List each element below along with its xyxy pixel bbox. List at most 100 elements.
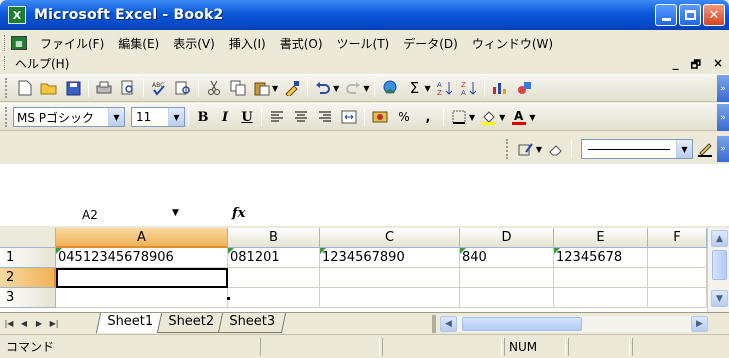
toolbar-grip[interactable]	[5, 78, 9, 98]
cell-f1[interactable]	[648, 248, 707, 268]
row-header-2[interactable]: 2	[0, 268, 56, 288]
comma-style-button[interactable]: ,	[417, 106, 439, 128]
cell-b2[interactable]	[228, 268, 320, 288]
menu-view[interactable]: 表示(V)	[166, 35, 222, 52]
toolbar-options-icon[interactable]: »	[717, 75, 729, 102]
toolbar-grip[interactable]	[505, 139, 510, 159]
new-icon[interactable]	[14, 77, 36, 99]
open-icon[interactable]	[38, 77, 60, 99]
sheet-tab-sheet2[interactable]: Sheet2	[156, 313, 224, 333]
scroll-right-icon[interactable]: ▶	[691, 316, 708, 332]
print-preview-icon[interactable]	[117, 77, 139, 99]
font-color-dropdown-icon[interactable]: ▼	[529, 113, 535, 122]
fill-handle[interactable]	[226, 296, 231, 301]
next-sheet-icon[interactable]: ▶	[32, 316, 46, 330]
scroll-up-icon[interactable]: ▲	[711, 230, 728, 247]
redo-icon[interactable]	[342, 77, 364, 99]
percent-button[interactable]: %	[393, 106, 415, 128]
menu-insert[interactable]: 挿入(I)	[222, 35, 273, 52]
first-sheet-icon[interactable]: |◀	[2, 316, 16, 330]
horizontal-scroll-thumb[interactable]	[462, 317, 582, 331]
merge-center-icon[interactable]	[338, 106, 360, 128]
align-center-icon[interactable]	[290, 106, 312, 128]
mdi-minimize-button[interactable]: _	[673, 56, 679, 75]
cell-e2[interactable]	[554, 268, 648, 288]
autosum-icon[interactable]: Σ	[403, 77, 425, 99]
column-header-d[interactable]: D	[460, 228, 554, 248]
cell-d2[interactable]	[460, 268, 554, 288]
menu-tools[interactable]: ツール(T)	[330, 35, 397, 52]
line-color-icon[interactable]	[694, 138, 716, 160]
cell-c1[interactable]: 1234567890	[320, 248, 460, 268]
menu-data[interactable]: データ(D)	[396, 35, 465, 52]
row-header-1[interactable]: 1	[0, 248, 56, 268]
column-header-b[interactable]: B	[228, 228, 320, 248]
scroll-down-icon[interactable]: ▼	[711, 290, 728, 307]
format-painter-icon[interactable]	[281, 77, 303, 99]
last-sheet-icon[interactable]: ▶|	[47, 316, 61, 330]
cell-a3[interactable]	[56, 288, 228, 308]
cell-b3[interactable]	[228, 288, 320, 308]
cell-a2[interactable]	[56, 268, 228, 288]
draw-border-icon[interactable]	[515, 138, 537, 160]
cell-d3[interactable]	[460, 288, 554, 308]
vertical-scrollbar[interactable]: ▲ ▼	[707, 228, 729, 312]
column-header-a[interactable]: A	[56, 228, 228, 248]
cell-c3[interactable]	[320, 288, 460, 308]
drawing-icon[interactable]	[513, 77, 535, 99]
column-header-f[interactable]: F	[648, 228, 707, 248]
formula-input[interactable]	[262, 204, 702, 226]
fill-color-icon[interactable]	[478, 106, 500, 128]
save-icon[interactable]	[62, 77, 84, 99]
currency-icon[interactable]	[369, 106, 391, 128]
row-header-3[interactable]: 3	[0, 288, 56, 308]
undo-icon[interactable]	[312, 77, 334, 99]
borders-dropdown-icon[interactable]: ▼	[469, 113, 475, 122]
select-all-corner[interactable]	[0, 228, 56, 248]
column-header-c[interactable]: C	[320, 228, 460, 248]
align-right-icon[interactable]	[314, 106, 336, 128]
cell-f3[interactable]	[648, 288, 707, 308]
mdi-close-button[interactable]: ×	[713, 56, 723, 75]
cell-b1[interactable]: 081201	[228, 248, 320, 268]
undo-dropdown-icon[interactable]: ▼	[333, 84, 339, 93]
chart-wizard-icon[interactable]	[489, 77, 511, 99]
paste-dropdown-icon[interactable]: ▼	[272, 84, 278, 93]
research-icon[interactable]	[172, 77, 194, 99]
borders-icon[interactable]	[448, 106, 470, 128]
font-name-combobox[interactable]: MS Pゴシック ▼	[13, 107, 125, 127]
cell-c2[interactable]	[320, 268, 460, 288]
align-left-icon[interactable]	[266, 106, 288, 128]
menu-help[interactable]: ヘルプ(H)	[8, 55, 76, 72]
sort-descending-icon[interactable]: ZA	[458, 77, 480, 99]
cell-f2[interactable]	[648, 268, 707, 288]
name-box[interactable]: A2 ▼	[0, 204, 200, 226]
toolbar-options-icon[interactable]: »	[717, 136, 729, 162]
spelling-icon[interactable]: ABC	[148, 77, 170, 99]
scroll-left-icon[interactable]: ◀	[440, 316, 457, 332]
menu-format[interactable]: 書式(O)	[273, 35, 330, 52]
eraser-icon[interactable]	[545, 138, 567, 160]
print-icon[interactable]	[93, 77, 115, 99]
hyperlink-icon[interactable]	[379, 77, 401, 99]
cell-e1[interactable]: 12345678	[554, 248, 648, 268]
column-header-e[interactable]: E	[554, 228, 648, 248]
close-button[interactable]: ✕	[703, 4, 725, 26]
title-bar[interactable]: X Microsoft Excel - Book2 ✕	[0, 0, 729, 30]
cell-a1[interactable]: 04512345678906	[56, 248, 228, 268]
excel-app-icon[interactable]: X	[8, 6, 26, 24]
minimize-button[interactable]	[655, 4, 677, 26]
underline-button[interactable]: U	[237, 106, 257, 128]
font-size-combobox[interactable]: 11 ▼	[131, 107, 185, 127]
mdi-restore-button[interactable]: 🗗	[691, 56, 701, 75]
bold-button[interactable]: B	[193, 106, 213, 128]
chevron-down-icon[interactable]: ▼	[108, 108, 124, 126]
toolbar-grip[interactable]	[5, 107, 9, 127]
insert-function-icon[interactable]: fx	[232, 206, 245, 221]
menu-window[interactable]: ウィンドウ(W)	[465, 35, 560, 52]
autosum-dropdown-icon[interactable]: ▼	[424, 84, 430, 93]
resize-grip-icon[interactable]	[632, 337, 692, 356]
font-color-icon[interactable]: A	[508, 106, 530, 128]
sheet-tab-sheet3[interactable]: Sheet3	[217, 313, 286, 333]
sort-ascending-icon[interactable]: AZ	[434, 77, 456, 99]
